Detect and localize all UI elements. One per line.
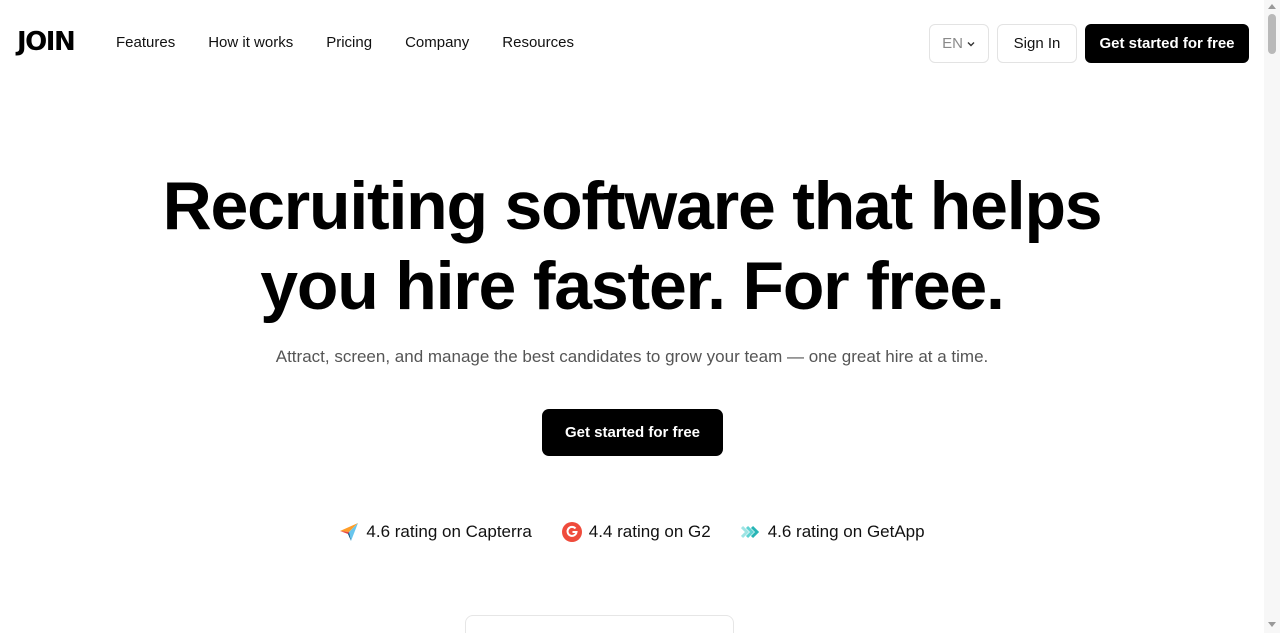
capterra-icon: [340, 523, 359, 541]
join-logo[interactable]: JOIN: [17, 27, 76, 57]
hero-get-started-button[interactable]: Get started for free: [542, 409, 723, 456]
nav-company[interactable]: Company: [405, 34, 469, 52]
nav-how-it-works[interactable]: How it works: [208, 34, 293, 52]
language-label: EN: [942, 35, 963, 52]
rating-getapp[interactable]: 4.6 rating on GetApp: [740, 521, 925, 543]
hero-title: Recruiting software that helps you hire …: [0, 166, 1264, 326]
scroll-down-arrow-icon[interactable]: [1268, 622, 1276, 627]
product-preview-card: [465, 615, 734, 633]
g2-icon: [561, 522, 582, 542]
page-scrollbar[interactable]: [1264, 0, 1280, 633]
nav-features[interactable]: Features: [116, 34, 175, 52]
chevron-down-icon: [967, 41, 975, 46]
scrollbar-thumb[interactable]: [1268, 14, 1276, 54]
rating-capterra-label: 4.6 rating on Capterra: [366, 522, 532, 541]
nav-resources[interactable]: Resources: [502, 34, 574, 52]
main-nav: Features How it works Pricing Company Re…: [116, 34, 607, 52]
language-selector[interactable]: EN: [929, 24, 989, 63]
rating-getapp-label: 4.6 rating on GetApp: [767, 522, 925, 541]
top-navigation-bar: JOIN Features How it works Pricing Compa…: [0, 0, 1264, 87]
rating-g2[interactable]: 4.4 rating on G2: [561, 521, 711, 543]
sign-in-button[interactable]: Sign In: [997, 24, 1077, 63]
hero-title-line-1: Recruiting software that helps: [162, 168, 1103, 244]
header-get-started-button[interactable]: Get started for free: [1085, 24, 1249, 63]
hero-subtitle: Attract, screen, and manage the best can…: [275, 347, 989, 366]
nav-pricing[interactable]: Pricing: [326, 34, 372, 52]
rating-capterra[interactable]: 4.6 rating on Capterra: [339, 521, 532, 543]
rating-g2-label: 4.4 rating on G2: [588, 522, 711, 541]
getapp-icon: [740, 525, 759, 539]
ratings-row: 4.6 rating on Capterra 4.4 rating on G2 …: [0, 521, 1264, 543]
hero-title-line-2: you hire faster. For free.: [260, 248, 1005, 324]
scroll-up-arrow-icon[interactable]: [1268, 4, 1276, 9]
